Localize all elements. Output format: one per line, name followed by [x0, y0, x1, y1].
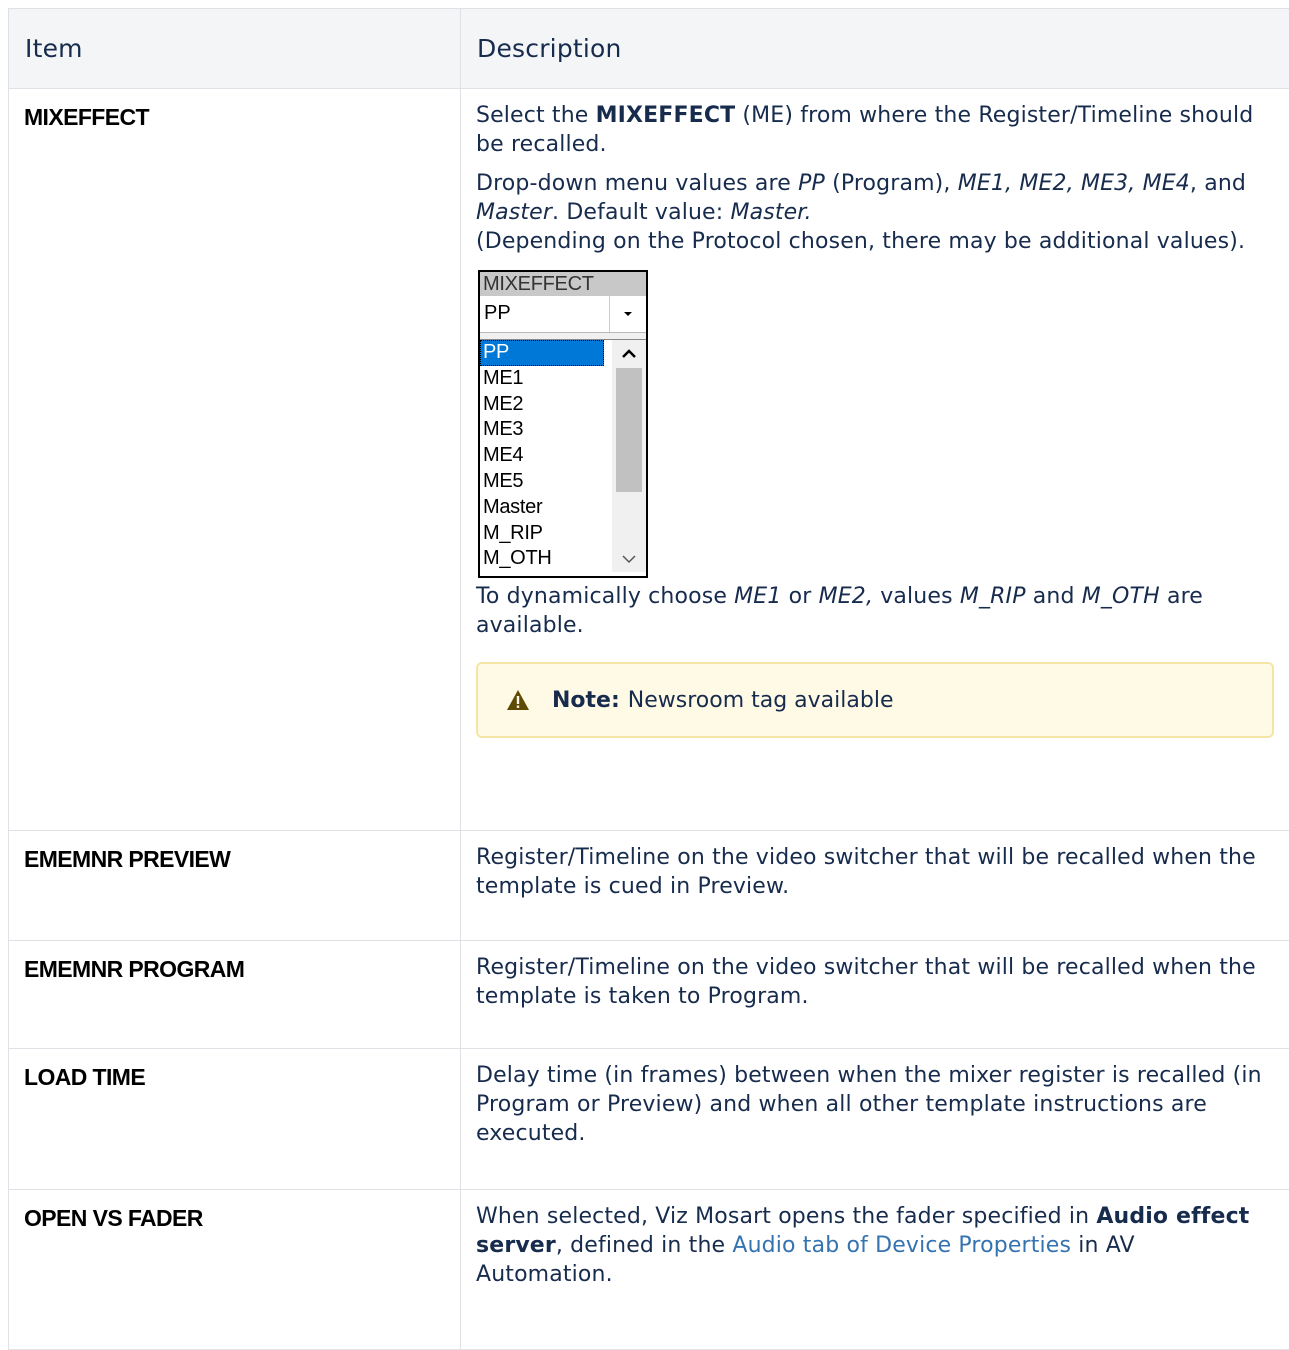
- link-connector-text[interactable]: tab of: [796, 1233, 875, 1258]
- italic-term: Master.: [730, 200, 811, 225]
- item-label: LOAD TIME: [24, 1063, 460, 1092]
- column-header-item: Item: [9, 9, 461, 89]
- text-segment: (Program),: [825, 171, 958, 196]
- mixeffect-dropdown-screenshot: MIXEFFECT PP PPME1ME2ME3ME4ME5MasterM_RI…: [478, 270, 648, 578]
- item-cell: EMEMNR PREVIEW: [9, 831, 461, 941]
- dropdown-option[interactable]: ME2: [480, 392, 604, 418]
- italic-term: M_OTH: [1082, 584, 1160, 609]
- item-label: MIXEFFECT: [24, 103, 460, 132]
- scroll-up-icon[interactable]: [612, 340, 646, 366]
- text-segment: or: [782, 584, 819, 609]
- text-segment: , defined in the: [556, 1233, 732, 1258]
- column-header-description: Description: [461, 9, 1289, 89]
- mixeffect-paragraph-3: To dynamically choose ME1 or ME2, values…: [476, 582, 1266, 640]
- description-text: When selected, Viz Mosart opens the fade…: [476, 1202, 1266, 1289]
- dropdown-option[interactable]: ME4: [480, 443, 604, 469]
- italic-term: PP: [798, 171, 825, 196]
- table-header-row: Item Description: [9, 9, 1289, 89]
- note-text: Newsroom tag available: [628, 686, 894, 715]
- description-cell: Register/Timeline on the video switcher …: [461, 831, 1289, 941]
- italic-term: Master: [476, 200, 552, 225]
- text-segment: , and: [1190, 171, 1246, 196]
- note-label: Note:: [552, 686, 620, 715]
- table-row-open-vs-fader: OPEN VS FADER When selected, Viz Mosart …: [9, 1190, 1289, 1350]
- dropdown-divider: [480, 333, 646, 340]
- italic-term: ME1, ME2, ME3, ME4: [958, 171, 1190, 196]
- text-segment: . Default value:: [552, 200, 730, 225]
- item-cell: EMEMNR PROGRAM: [9, 941, 461, 1049]
- table-row-ememnr-program: EMEMNR PROGRAM Register/Timeline on the …: [9, 941, 1289, 1049]
- warning-icon: [506, 689, 530, 711]
- italic-term: M_RIP: [960, 584, 1026, 609]
- dropdown-options-list: PPME1ME2ME3ME4ME5MasterM_RIPM_OTH: [480, 340, 646, 572]
- dropdown-header: MIXEFFECT: [480, 272, 646, 296]
- text-segment: Drop-down menu values are: [476, 171, 798, 196]
- dropdown-option[interactable]: ME3: [480, 417, 604, 443]
- dropdown-select[interactable]: PP: [480, 296, 646, 333]
- table-row-ememnr-preview: EMEMNR PREVIEW Register/Timeline on the …: [9, 831, 1289, 941]
- table-row-load-time: LOAD TIME Delay time (in frames) between…: [9, 1049, 1289, 1190]
- text-segment: values: [873, 584, 960, 609]
- note-panel: Note: Newsroom tag available: [476, 662, 1274, 738]
- mixeffect-paragraph-1: Select the MIXEFFECT (ME) from where the…: [476, 101, 1266, 159]
- description-text: Delay time (in frames) between when the …: [476, 1061, 1266, 1148]
- text-segment: and: [1026, 584, 1082, 609]
- italic-term: ME1: [734, 584, 781, 609]
- description-cell: When selected, Viz Mosart opens the fade…: [461, 1190, 1289, 1350]
- chevron-down-icon[interactable]: [609, 296, 646, 332]
- item-label: EMEMNR PREVIEW: [24, 845, 460, 874]
- text-segment: Select the: [476, 103, 596, 128]
- dropdown-option[interactable]: ME5: [480, 469, 604, 495]
- dropdown-option[interactable]: PP: [480, 340, 604, 366]
- scroll-down-icon[interactable]: [612, 546, 646, 572]
- text-segment: (Depending on the Protocol chosen, there…: [476, 229, 1245, 254]
- properties-table: Item Description MIXEFFECT Select the MI…: [8, 8, 1289, 1350]
- description-cell: Register/Timeline on the video switcher …: [461, 941, 1289, 1049]
- bold-term: MIXEFFECT: [596, 103, 736, 128]
- description-text: Register/Timeline on the video switcher …: [476, 843, 1266, 901]
- audio-link[interactable]: Audio: [732, 1233, 795, 1258]
- description-text: Register/Timeline on the video switcher …: [476, 953, 1266, 1011]
- dropdown-option[interactable]: ME1: [480, 366, 604, 392]
- item-label: OPEN VS FADER: [24, 1204, 460, 1233]
- dropdown-option[interactable]: M_RIP: [480, 521, 604, 547]
- description-cell: Select the MIXEFFECT (ME) from where the…: [461, 89, 1289, 831]
- scrollbar-thumb[interactable]: [616, 368, 642, 492]
- italic-term: ME2,: [819, 584, 873, 609]
- item-cell: MIXEFFECT: [9, 89, 461, 831]
- dropdown-option[interactable]: M_OTH: [480, 546, 604, 572]
- dropdown-scrollbar[interactable]: [612, 340, 646, 572]
- mixeffect-paragraph-2: Drop-down menu values are PP (Program), …: [476, 169, 1266, 256]
- item-cell: LOAD TIME: [9, 1049, 461, 1190]
- text-segment: To dynamically choose: [476, 584, 734, 609]
- dropdown-option[interactable]: Master: [480, 495, 604, 521]
- item-label: EMEMNR PROGRAM: [24, 955, 460, 984]
- text-segment: When selected, Viz Mosart opens the fade…: [476, 1204, 1096, 1229]
- description-cell: Delay time (in frames) between when the …: [461, 1049, 1289, 1190]
- table-row-mixeffect: MIXEFFECT Select the MIXEFFECT (ME) from…: [9, 89, 1289, 831]
- device-properties-link[interactable]: Device Properties: [875, 1233, 1071, 1258]
- item-cell: OPEN VS FADER: [9, 1190, 461, 1350]
